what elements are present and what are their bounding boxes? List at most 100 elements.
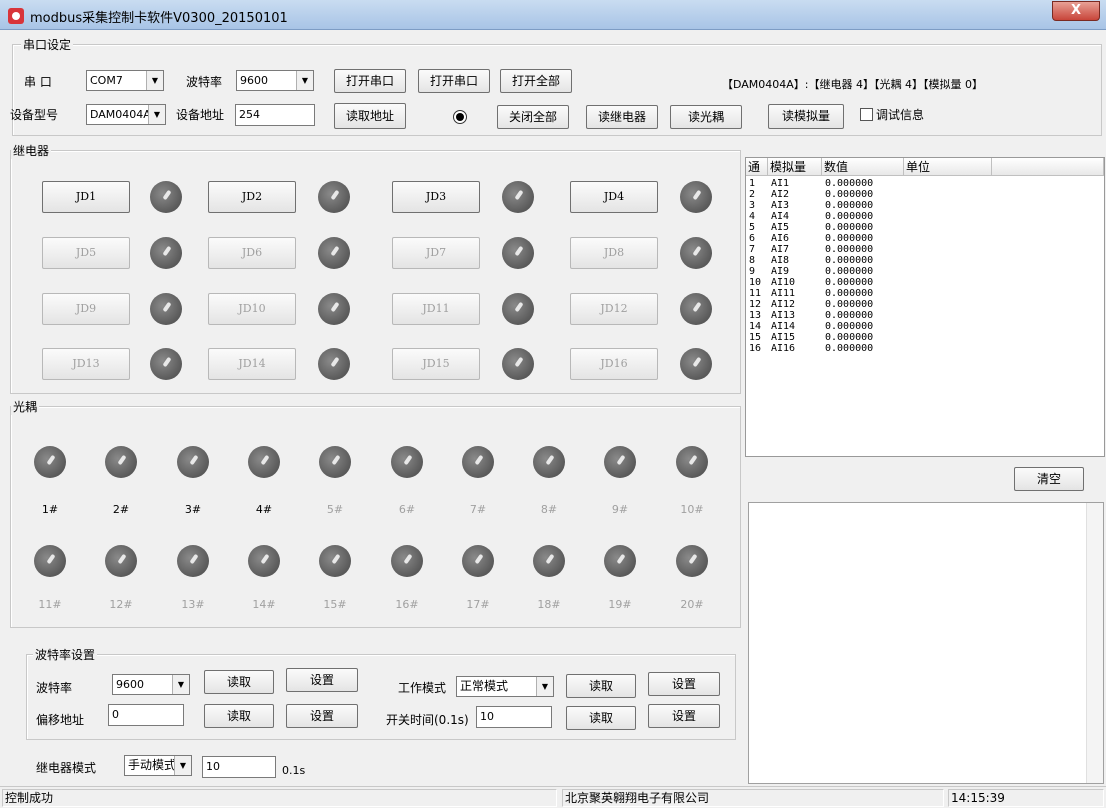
- table-cell: 0.000000: [825, 288, 874, 299]
- relay-indicator-icon: [680, 181, 712, 213]
- relay-button-jd11[interactable]: JD11: [392, 293, 480, 325]
- chevron-down-icon: ▼: [296, 71, 313, 90]
- bs-switch-time-input[interactable]: 10: [476, 706, 552, 728]
- opto-indicator-icon: [391, 545, 423, 577]
- status-radio[interactable]: [453, 110, 467, 124]
- opto-label: 15#: [323, 598, 347, 611]
- window-title: modbus采集控制卡软件V0300_20150101: [30, 11, 288, 26]
- bs-baud-read-button[interactable]: 读取: [204, 670, 274, 694]
- relay-button-jd10[interactable]: JD10: [208, 293, 296, 325]
- bs-offset-set-button[interactable]: 设置: [286, 704, 358, 728]
- opto-indicator-icon: [177, 446, 209, 478]
- table-cell: 0.000000: [825, 343, 874, 354]
- table-cell: 5: [749, 222, 756, 233]
- opto-label: 19#: [608, 598, 632, 611]
- read-addr-button[interactable]: 读取地址: [334, 103, 406, 129]
- table-cell: 0.000000: [825, 310, 874, 321]
- open-all-button[interactable]: 打开全部: [500, 69, 572, 93]
- device-info: 【DAM0404A】:【继电器 4】【光耦 4】【模拟量 0】: [722, 78, 984, 91]
- close-all-button[interactable]: 关闭全部: [497, 105, 569, 129]
- debug-checkbox[interactable]: [860, 108, 873, 121]
- port-select[interactable]: COM7 ▼: [86, 70, 164, 91]
- relay-button-jd8[interactable]: JD8: [570, 237, 658, 269]
- table-cell: 0.000000: [825, 211, 874, 222]
- addr-input[interactable]: 254: [235, 104, 315, 126]
- relay-button-jd12[interactable]: JD12: [570, 293, 658, 325]
- table-header-1[interactable]: 模拟量: [768, 158, 822, 176]
- table-cell: 0.000000: [825, 200, 874, 211]
- table-header-2[interactable]: 数值: [822, 158, 904, 176]
- chevron-down-icon: ▼: [146, 71, 163, 90]
- baud-select[interactable]: 9600 ▼: [236, 70, 314, 91]
- bs-offset-read-button[interactable]: 读取: [204, 704, 274, 728]
- relay-button-jd1[interactable]: JD1: [42, 181, 130, 213]
- table-cell: 3: [749, 200, 756, 211]
- open-port-button-1[interactable]: 打开串口: [334, 69, 406, 93]
- relay-button-jd9[interactable]: JD9: [42, 293, 130, 325]
- bs-mode-set-button[interactable]: 设置: [648, 672, 720, 696]
- debug-log-area[interactable]: [748, 502, 1104, 784]
- relay-button-jd6[interactable]: JD6: [208, 237, 296, 269]
- table-cell: 8: [749, 255, 756, 266]
- table-header-0[interactable]: 通: [746, 158, 768, 176]
- relay-indicator-icon: [150, 293, 182, 325]
- relay-button-jd14[interactable]: JD14: [208, 348, 296, 380]
- relay-indicator-icon: [150, 181, 182, 213]
- table-cell: AI11: [771, 288, 796, 299]
- relay-indicator-icon: [502, 237, 534, 269]
- opto-indicator-icon: [604, 446, 636, 478]
- opto-label: 3#: [184, 503, 202, 516]
- bs-offset-input[interactable]: 0: [108, 704, 184, 726]
- relay-indicator-icon: [150, 237, 182, 269]
- chevron-down-icon: ▼: [148, 105, 165, 124]
- relay-button-jd16[interactable]: JD16: [570, 348, 658, 380]
- bs-switch-set-button[interactable]: 设置: [648, 704, 720, 728]
- opto-indicator-icon: [34, 545, 66, 577]
- table-cell: AI10: [771, 277, 796, 288]
- clear-button[interactable]: 清空: [1014, 467, 1084, 491]
- relay-mode-select[interactable]: 手动模式 ▼: [124, 755, 192, 776]
- table-cell: AI2: [771, 189, 790, 200]
- relay-button-jd4[interactable]: JD4: [570, 181, 658, 213]
- analog-table[interactable]: 通模拟量 数值 单位 1 AI1 0.000000 2 AI2 0.000000 3 AI3 0.0…: [745, 157, 1105, 457]
- chevron-down-icon: ▼: [172, 675, 189, 694]
- table-cell: 0.000000: [825, 189, 874, 200]
- table-cell: AI12: [771, 299, 796, 310]
- bs-switch-read-button[interactable]: 读取: [566, 706, 636, 730]
- log-scrollbar[interactable]: [1086, 503, 1103, 783]
- opto-label: 10#: [680, 503, 704, 516]
- relay-button-jd5[interactable]: JD5: [42, 237, 130, 269]
- opto-indicator-icon: [105, 446, 137, 478]
- close-button[interactable]: X: [1052, 1, 1100, 21]
- read-opto-button[interactable]: 读光耦: [670, 105, 742, 129]
- bs-baud-select[interactable]: 9600 ▼: [112, 674, 190, 695]
- relay-button-jd2[interactable]: JD2: [208, 181, 296, 213]
- relay-button-jd7[interactable]: JD7: [392, 237, 480, 269]
- read-analog-button[interactable]: 读模拟量: [768, 104, 844, 129]
- model-select[interactable]: DAM0404A ▼: [86, 104, 166, 125]
- opto-label: 17#: [466, 598, 490, 611]
- relay-button-jd15[interactable]: JD15: [392, 348, 480, 380]
- bs-baud-set-button[interactable]: 设置: [286, 668, 358, 692]
- relay-mode-time-input[interactable]: 10: [202, 756, 276, 778]
- table-cell: 13: [749, 310, 762, 321]
- bs-mode-read-button[interactable]: 读取: [566, 674, 636, 698]
- chevron-down-icon: ▼: [174, 756, 191, 775]
- opto-group: 光耦: [10, 398, 741, 628]
- table-cell: AI15: [771, 332, 796, 343]
- addr-label: 设备地址: [176, 108, 225, 122]
- open-port-button-2[interactable]: 打开串口: [418, 69, 490, 93]
- table-header-3[interactable]: 单位: [904, 158, 992, 176]
- bs-mode-select[interactable]: 正常模式 ▼: [456, 676, 554, 697]
- relay-button-jd3[interactable]: JD3: [392, 181, 480, 213]
- read-relay-button[interactable]: 读继电器: [586, 105, 658, 129]
- relay-button-jd13[interactable]: JD13: [42, 348, 130, 380]
- table-cell: AI14: [771, 321, 796, 332]
- opto-indicator-icon: [676, 446, 708, 478]
- table-cell: 0.000000: [825, 299, 874, 310]
- table-cell: AI5: [771, 222, 790, 233]
- opto-label: 5#: [326, 503, 344, 516]
- model-label: 设备型号: [10, 108, 59, 122]
- table-cell: 9: [749, 266, 756, 277]
- table-cell: 11: [749, 288, 762, 299]
